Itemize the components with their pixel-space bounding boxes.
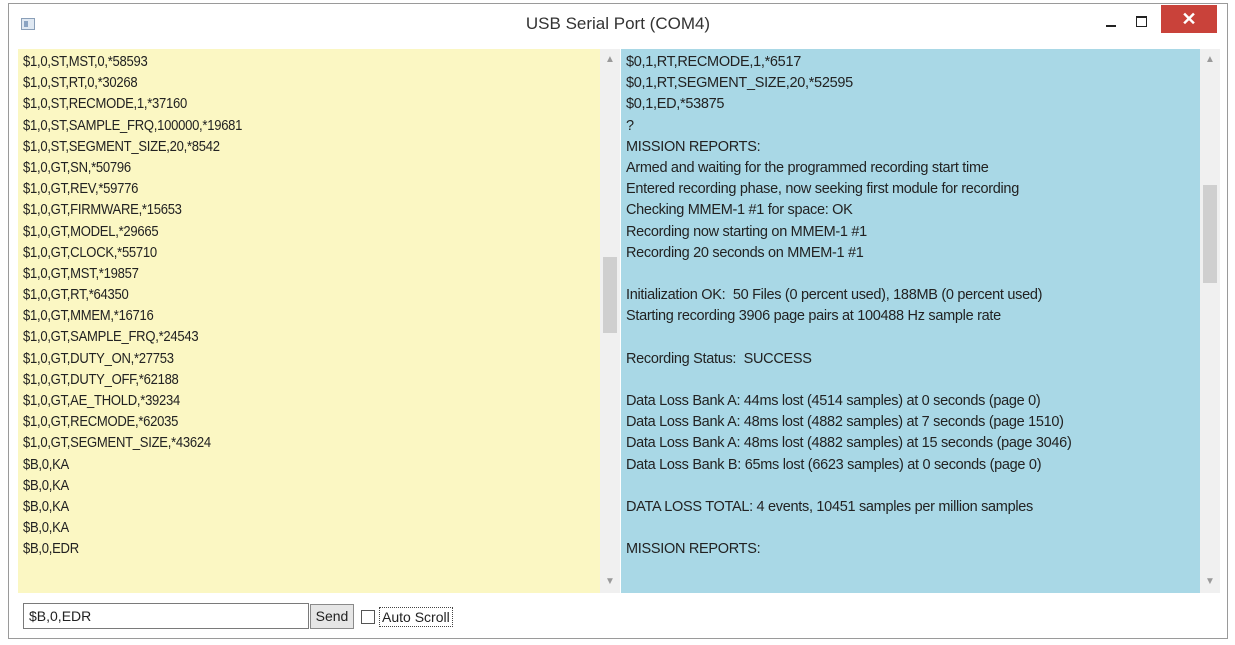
scrollbar-thumb[interactable]	[603, 257, 617, 333]
log-line: $1,0,ST,SEGMENT_SIZE,20,*8542	[23, 138, 220, 155]
scroll-down-arrow-icon[interactable]: ▼	[1200, 573, 1220, 591]
log-line: $1,0,GT,SAMPLE_FRQ,*24543	[23, 329, 199, 346]
log-line: ?	[626, 117, 634, 134]
log-line: Recording 20 seconds on MMEM-1 #1	[626, 244, 864, 261]
right-scrollbar[interactable]: ▲ ▼	[1200, 49, 1220, 593]
log-line: $1,0,GT,SEGMENT_SIZE,*43624	[23, 435, 211, 452]
close-icon[interactable]: ✕	[1161, 5, 1217, 33]
log-line: $1,0,GT,MMEM,*16716	[23, 308, 154, 325]
log-line: $B,0,KA	[23, 456, 69, 473]
log-line: Recording Status: SUCCESS	[626, 350, 812, 367]
sent-commands-pane[interactable]: $1,0,ST,MST,0,*58593 $1,0,ST,RT,0,*30268 $…	[18, 49, 600, 593]
serial-port-window: USB Serial Port (COM4) ✕ $1,0,ST,MST,0,*…	[8, 3, 1228, 639]
auto-scroll-toggle[interactable]: Auto Scroll	[361, 604, 453, 629]
send-button[interactable]: Send	[310, 604, 354, 629]
log-line: Data Loss Bank A: 48ms lost (4882 sample…	[626, 435, 1072, 452]
scroll-up-arrow-icon[interactable]: ▲	[1200, 51, 1220, 69]
minimize-icon[interactable]	[1099, 16, 1123, 34]
title-bar[interactable]: USB Serial Port (COM4) ✕	[9, 4, 1227, 42]
log-line: $1,0,GT,RECMODE,*62035	[23, 414, 179, 431]
window-title: USB Serial Port (COM4)	[525, 14, 711, 33]
log-line: $B,0,KA	[23, 498, 69, 515]
log-line: $1,0,GT,SN,*50796	[23, 159, 131, 176]
log-line: $1,0,GT,DUTY_ON,*27753	[23, 350, 174, 367]
log-line: Armed and waiting for the programmed rec…	[626, 159, 989, 176]
command-input[interactable]	[23, 603, 309, 629]
log-line: Data Loss Bank A: 48ms lost (4882 sample…	[626, 414, 1064, 431]
log-line: $1,0,GT,FIRMWARE,*15653	[23, 202, 182, 219]
auto-scroll-checkbox[interactable]	[361, 609, 375, 624]
log-line: $1,0,GT,MODEL,*29665	[23, 223, 159, 240]
log-line: Data Loss Bank A: 44ms lost (4514 sample…	[626, 393, 1041, 409]
scrollbar-thumb[interactable]	[1203, 185, 1217, 283]
scroll-up-arrow-icon[interactable]: ▲	[600, 51, 620, 69]
sent-commands-list: $1,0,ST,MST,0,*58593 $1,0,ST,RT,0,*30268 $…	[18, 49, 600, 561]
log-line: Initialization OK: 50 Files (0 percent u…	[626, 287, 1043, 304]
log-line: $1,0,GT,REV,*59776	[23, 181, 139, 198]
log-line: $1,0,ST,RT,0,*30268	[23, 75, 138, 92]
log-line: Data Loss Bank B: 65ms lost (6623 sample…	[626, 456, 1042, 473]
log-line: $1,0,ST,RECMODE,1,*37160	[23, 96, 187, 113]
log-line: MISSION REPORTS:	[626, 541, 761, 558]
log-line: $0,1,ED,*53875	[626, 96, 725, 113]
received-output-list: $0,1,RT,RECMODE,1,*6517 $0,1,RT,SEGMENT_S…	[621, 49, 1200, 561]
log-line: $1,0,ST,MST,0,*58593	[23, 54, 148, 70]
log-line: Recording now starting on MMEM-1 #1	[626, 223, 867, 240]
received-output-pane[interactable]: $0,1,RT,RECMODE,1,*6517 $0,1,RT,SEGMENT_S…	[621, 49, 1200, 593]
maximize-icon[interactable]	[1129, 12, 1155, 32]
scroll-down-arrow-icon[interactable]: ▼	[600, 573, 620, 591]
log-line: $1,0,GT,CLOCK,*55710	[23, 244, 157, 261]
log-line: $B,0,KA	[23, 477, 69, 494]
log-line: $1,0,ST,SAMPLE_FRQ,100000,*19681	[23, 117, 243, 134]
auto-scroll-label: Auto Scroll	[379, 606, 453, 627]
log-line: $0,1,RT,SEGMENT_SIZE,20,*52595	[626, 75, 853, 92]
log-line: Starting recording 3906 page pairs at 10…	[626, 308, 1001, 325]
log-line: $1,0,GT,AE_THOLD,*39234	[23, 393, 181, 409]
log-line: $1,0,GT,MST,*19857	[23, 265, 139, 282]
log-line: $B,0,KA	[23, 520, 69, 537]
left-scrollbar[interactable]: ▲ ▼	[600, 49, 620, 593]
log-line: $0,1,RT,RECMODE,1,*6517	[626, 54, 801, 70]
log-line: $1,0,GT,RT,*64350	[23, 287, 129, 304]
log-line: $1,0,GT,DUTY_OFF,*62188	[23, 371, 179, 388]
log-line: Checking MMEM-1 #1 for space: OK	[626, 202, 853, 219]
log-line: MISSION REPORTS:	[626, 138, 761, 155]
log-line: Entered recording phase, now seeking fir…	[626, 181, 1019, 198]
log-line: DATA LOSS TOTAL: 4 events, 10451 samples…	[626, 498, 1033, 515]
log-line: $B,0,EDR	[23, 541, 79, 558]
